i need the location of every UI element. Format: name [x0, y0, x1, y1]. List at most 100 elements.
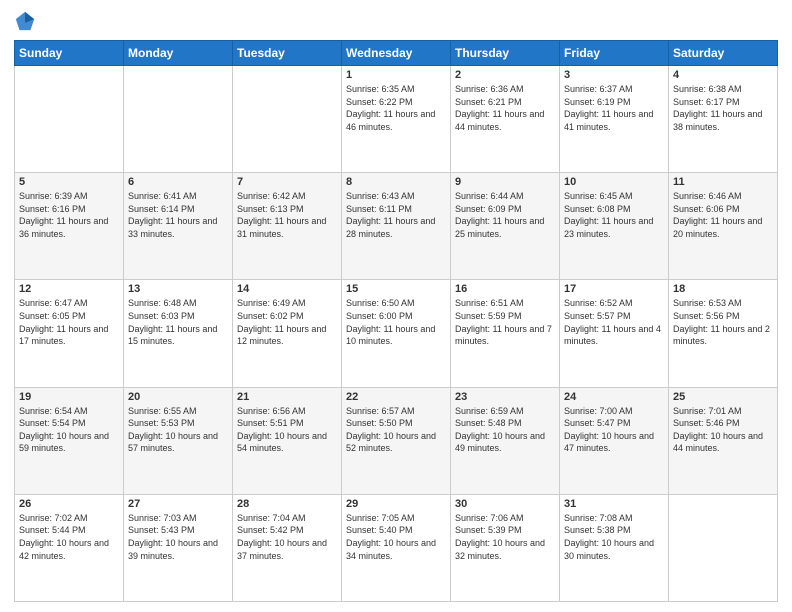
day-number: 20 [128, 391, 228, 403]
day-number: 23 [455, 391, 555, 403]
day-info: Sunrise: 7:06 AM Sunset: 5:39 PM Dayligh… [455, 512, 555, 562]
day-info: Sunrise: 6:47 AM Sunset: 6:05 PM Dayligh… [19, 297, 119, 347]
day-number: 7 [237, 176, 337, 188]
page: SundayMondayTuesdayWednesdayThursdayFrid… [0, 0, 792, 612]
col-header-monday: Monday [124, 41, 233, 66]
col-header-sunday: Sunday [15, 41, 124, 66]
day-info: Sunrise: 6:53 AM Sunset: 5:56 PM Dayligh… [673, 297, 773, 347]
day-info: Sunrise: 6:54 AM Sunset: 5:54 PM Dayligh… [19, 405, 119, 455]
logo [14, 10, 40, 32]
col-header-friday: Friday [560, 41, 669, 66]
calendar-cell: 9 Sunrise: 6:44 AM Sunset: 6:09 PM Daylig… [451, 173, 560, 280]
calendar-cell: 6 Sunrise: 6:41 AM Sunset: 6:14 PM Daylig… [124, 173, 233, 280]
logo-icon [14, 10, 36, 32]
day-number: 5 [19, 176, 119, 188]
calendar-cell [15, 66, 124, 173]
calendar-cell: 11 Sunrise: 6:46 AM Sunset: 6:06 PM Dayli… [669, 173, 778, 280]
calendar-cell: 8 Sunrise: 6:43 AM Sunset: 6:11 PM Daylig… [342, 173, 451, 280]
day-number: 10 [564, 176, 664, 188]
calendar-cell [669, 494, 778, 601]
day-info: Sunrise: 6:52 AM Sunset: 5:57 PM Dayligh… [564, 297, 664, 347]
day-info: Sunrise: 6:37 AM Sunset: 6:19 PM Dayligh… [564, 83, 664, 133]
day-info: Sunrise: 7:08 AM Sunset: 5:38 PM Dayligh… [564, 512, 664, 562]
calendar-cell: 1Sunrise: 6:35 AM Sunset: 6:22 PM Daylig… [342, 66, 451, 173]
day-info: Sunrise: 6:51 AM Sunset: 5:59 PM Dayligh… [455, 297, 555, 347]
day-info: Sunrise: 6:49 AM Sunset: 6:02 PM Dayligh… [237, 297, 337, 347]
day-info: Sunrise: 6:39 AM Sunset: 6:16 PM Dayligh… [19, 190, 119, 240]
day-info: Sunrise: 6:46 AM Sunset: 6:06 PM Dayligh… [673, 190, 773, 240]
day-number: 22 [346, 391, 446, 403]
day-number: 16 [455, 283, 555, 295]
calendar-cell: 29Sunrise: 7:05 AM Sunset: 5:40 PM Dayli… [342, 494, 451, 601]
day-number: 6 [128, 176, 228, 188]
calendar-cell: 25 Sunrise: 7:01 AM Sunset: 5:46 PM Dayli… [669, 387, 778, 494]
day-number: 8 [346, 176, 446, 188]
calendar-cell: 24 Sunrise: 7:00 AM Sunset: 5:47 PM Dayli… [560, 387, 669, 494]
calendar-cell: 10 Sunrise: 6:45 AM Sunset: 6:08 PM Dayli… [560, 173, 669, 280]
day-info: Sunrise: 6:43 AM Sunset: 6:11 PM Dayligh… [346, 190, 446, 240]
calendar-cell: 26 Sunrise: 7:02 AM Sunset: 5:44 PM Dayli… [15, 494, 124, 601]
day-number: 2 [455, 69, 555, 81]
col-header-wednesday: Wednesday [342, 41, 451, 66]
day-number: 4 [673, 69, 773, 81]
calendar-cell: 3Sunrise: 6:37 AM Sunset: 6:19 PM Daylig… [560, 66, 669, 173]
calendar-cell [124, 66, 233, 173]
day-info: Sunrise: 6:48 AM Sunset: 6:03 PM Dayligh… [128, 297, 228, 347]
calendar-cell: 28Sunrise: 7:04 AM Sunset: 5:42 PM Dayli… [233, 494, 342, 601]
calendar-cell: 2 Sunrise: 6:36 AM Sunset: 6:21 PM Daylig… [451, 66, 560, 173]
day-info: Sunrise: 6:45 AM Sunset: 6:08 PM Dayligh… [564, 190, 664, 240]
day-info: Sunrise: 6:50 AM Sunset: 6:00 PM Dayligh… [346, 297, 446, 347]
day-info: Sunrise: 6:57 AM Sunset: 5:50 PM Dayligh… [346, 405, 446, 455]
day-info: Sunrise: 7:00 AM Sunset: 5:47 PM Dayligh… [564, 405, 664, 455]
calendar-cell: 18 Sunrise: 6:53 AM Sunset: 5:56 PM Dayli… [669, 280, 778, 387]
day-info: Sunrise: 6:41 AM Sunset: 6:14 PM Dayligh… [128, 190, 228, 240]
day-info: Sunrise: 6:44 AM Sunset: 6:09 PM Dayligh… [455, 190, 555, 240]
day-number: 21 [237, 391, 337, 403]
day-info: Sunrise: 7:01 AM Sunset: 5:46 PM Dayligh… [673, 405, 773, 455]
day-info: Sunrise: 7:02 AM Sunset: 5:44 PM Dayligh… [19, 512, 119, 562]
calendar-cell: 12 Sunrise: 6:47 AM Sunset: 6:05 PM Dayli… [15, 280, 124, 387]
col-header-thursday: Thursday [451, 41, 560, 66]
day-number: 17 [564, 283, 664, 295]
day-number: 29 [346, 498, 446, 510]
day-number: 19 [19, 391, 119, 403]
col-header-saturday: Saturday [669, 41, 778, 66]
calendar-cell: 23 Sunrise: 6:59 AM Sunset: 5:48 PM Dayli… [451, 387, 560, 494]
day-info: Sunrise: 6:55 AM Sunset: 5:53 PM Dayligh… [128, 405, 228, 455]
day-number: 15 [346, 283, 446, 295]
calendar-cell: 15 Sunrise: 6:50 AM Sunset: 6:00 PM Dayli… [342, 280, 451, 387]
day-number: 11 [673, 176, 773, 188]
day-info: Sunrise: 6:36 AM Sunset: 6:21 PM Dayligh… [455, 83, 555, 133]
header [14, 10, 778, 32]
calendar-cell: 22 Sunrise: 6:57 AM Sunset: 5:50 PM Dayli… [342, 387, 451, 494]
day-number: 9 [455, 176, 555, 188]
day-number: 14 [237, 283, 337, 295]
day-number: 1 [346, 69, 446, 81]
calendar-cell: 27Sunrise: 7:03 AM Sunset: 5:43 PM Dayli… [124, 494, 233, 601]
calendar-cell: 14 Sunrise: 6:49 AM Sunset: 6:02 PM Dayli… [233, 280, 342, 387]
day-number: 26 [19, 498, 119, 510]
calendar-cell: 17 Sunrise: 6:52 AM Sunset: 5:57 PM Dayli… [560, 280, 669, 387]
calendar-cell: 5 Sunrise: 6:39 AM Sunset: 6:16 PM Daylig… [15, 173, 124, 280]
day-number: 25 [673, 391, 773, 403]
day-info: Sunrise: 7:04 AM Sunset: 5:42 PM Dayligh… [237, 512, 337, 562]
calendar-cell: 16 Sunrise: 6:51 AM Sunset: 5:59 PM Dayli… [451, 280, 560, 387]
calendar-cell: 13 Sunrise: 6:48 AM Sunset: 6:03 PM Dayli… [124, 280, 233, 387]
calendar-cell: 21 Sunrise: 6:56 AM Sunset: 5:51 PM Dayli… [233, 387, 342, 494]
day-info: Sunrise: 6:59 AM Sunset: 5:48 PM Dayligh… [455, 405, 555, 455]
day-info: Sunrise: 6:56 AM Sunset: 5:51 PM Dayligh… [237, 405, 337, 455]
calendar-cell: 7 Sunrise: 6:42 AM Sunset: 6:13 PM Daylig… [233, 173, 342, 280]
day-number: 24 [564, 391, 664, 403]
calendar-table: SundayMondayTuesdayWednesdayThursdayFrid… [14, 40, 778, 602]
calendar-cell: 20 Sunrise: 6:55 AM Sunset: 5:53 PM Dayli… [124, 387, 233, 494]
day-number: 18 [673, 283, 773, 295]
day-number: 12 [19, 283, 119, 295]
calendar-cell: 31 Sunrise: 7:08 AM Sunset: 5:38 PM Dayli… [560, 494, 669, 601]
day-number: 13 [128, 283, 228, 295]
day-info: Sunrise: 6:42 AM Sunset: 6:13 PM Dayligh… [237, 190, 337, 240]
calendar-cell: 4 Sunrise: 6:38 AM Sunset: 6:17 PM Daylig… [669, 66, 778, 173]
calendar-cell: 19 Sunrise: 6:54 AM Sunset: 5:54 PM Dayli… [15, 387, 124, 494]
calendar-cell: 30Sunrise: 7:06 AM Sunset: 5:39 PM Dayli… [451, 494, 560, 601]
day-info: Sunrise: 6:38 AM Sunset: 6:17 PM Dayligh… [673, 83, 773, 133]
day-number: 31 [564, 498, 664, 510]
